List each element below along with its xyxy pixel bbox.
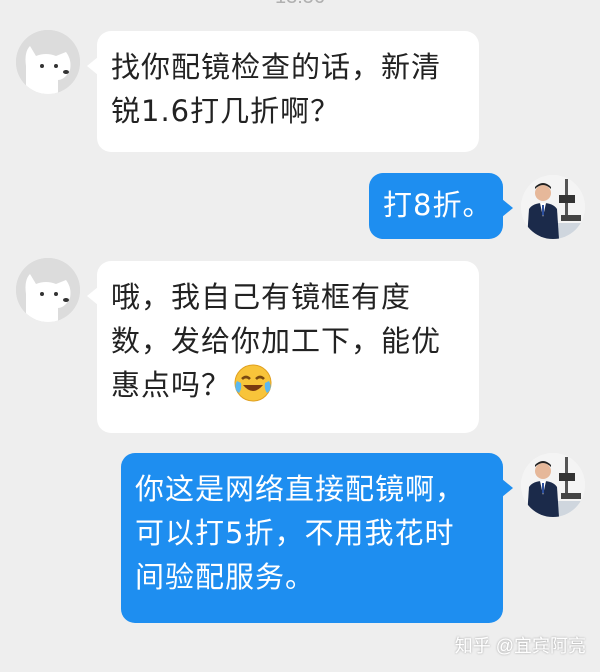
- message-text-line: 找你配镜检查的话，新清: [111, 50, 442, 84]
- message-text-line: 锐1.6打几折啊？: [111, 94, 341, 128]
- incoming-message-bubble[interactable]: 找你配镜检查的话，新清 锐1.6打几折啊？: [87, 31, 479, 152]
- message-text-line: 惠点吗？: [111, 368, 232, 402]
- optician-avatar[interactable]: [521, 175, 585, 239]
- message-timestamp: 13:56: [0, 0, 600, 9]
- dog-avatar-icon: [16, 30, 80, 94]
- customer-avatar[interactable]: [16, 258, 80, 322]
- doctor-avatar-icon: [521, 175, 585, 239]
- message-text-line: 哦，我自己有镜框有度: [111, 280, 412, 314]
- message-text-line: 打8折。: [383, 188, 493, 222]
- message-text-line: 可以打5折，不用我花时: [135, 516, 455, 550]
- dog-avatar-icon: [16, 258, 80, 322]
- customer-avatar[interactable]: [16, 30, 80, 94]
- message-text-line: 你这是网络直接配镜啊，: [135, 472, 466, 506]
- message-text-line: 间验配服务。: [135, 560, 316, 594]
- message-text-line: 数，发给你加工下，能优: [111, 324, 442, 358]
- doctor-avatar-icon: [521, 453, 585, 517]
- outgoing-message-bubble[interactable]: 打8折。: [369, 173, 513, 239]
- optician-avatar[interactable]: [521, 453, 585, 517]
- incoming-message-bubble[interactable]: 哦，我自己有镜框有度 数，发给你加工下，能优 惠点吗？: [87, 261, 479, 433]
- watermark: 知乎 @宜宾阿亮: [454, 636, 586, 656]
- outgoing-message-bubble[interactable]: 你这是网络直接配镜啊， 可以打5折，不用我花时 间验配服务。: [121, 453, 513, 623]
- laughing-crying-emoji-icon: [233, 363, 273, 403]
